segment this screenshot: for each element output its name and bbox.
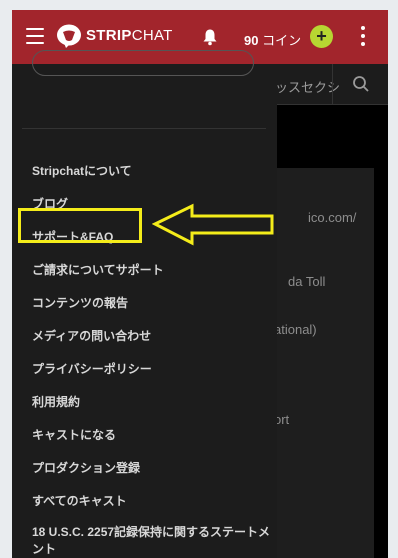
add-coins-button[interactable]: +: [310, 25, 333, 48]
background-text: ico.com/: [308, 210, 357, 225]
menu-item-become-model[interactable]: キャストになる: [32, 426, 116, 443]
search-icon: [353, 76, 369, 92]
highlight-box: [18, 208, 142, 243]
menu-item-report-content[interactable]: コンテンツの報告: [32, 294, 128, 311]
background-text: ational): [274, 322, 317, 337]
menu-item-privacy-policy[interactable]: プライバシーポリシー: [32, 360, 152, 377]
search-button[interactable]: [332, 64, 388, 104]
coins-balance[interactable]: 90 コイン: [244, 30, 301, 49]
app-frame: ッスセクシ ico.com/ da Toll ational) ort STRI…: [12, 10, 388, 558]
menu-item-media-inquiries[interactable]: メディアの問い合わせ: [32, 327, 151, 344]
bell-icon[interactable]: [202, 28, 218, 46]
menu-item-all-models[interactable]: すべてのキャスト: [32, 492, 127, 509]
background-text: da Toll: [288, 274, 326, 289]
background-tab-label[interactable]: ッスセクシ: [275, 77, 340, 96]
pointer-arrow-icon: [152, 203, 274, 246]
menu-item-about[interactable]: Stripchatについて: [32, 162, 132, 179]
menu-item-billing-support[interactable]: ご請求についてサポート: [32, 261, 164, 278]
more-options-icon[interactable]: [361, 26, 365, 50]
menu-icon[interactable]: [26, 28, 44, 44]
brand-wordmark[interactable]: STRIPCHAT: [86, 27, 173, 44]
side-drawer: Stripchatについて ブログ サポート&FAQ ご請求についてサポート コ…: [12, 50, 277, 558]
stripchat-logo-icon: [57, 24, 81, 48]
menu-item-terms[interactable]: 利用規約: [32, 393, 80, 410]
menu-item-2257-statement[interactable]: 18 U.S.C. 2257記録保持に関するステートメント: [32, 524, 272, 558]
menu-item-studio-signup[interactable]: プロダクション登録: [32, 459, 140, 476]
drawer-divider: [22, 128, 266, 129]
all-categories-button[interactable]: [32, 50, 254, 76]
